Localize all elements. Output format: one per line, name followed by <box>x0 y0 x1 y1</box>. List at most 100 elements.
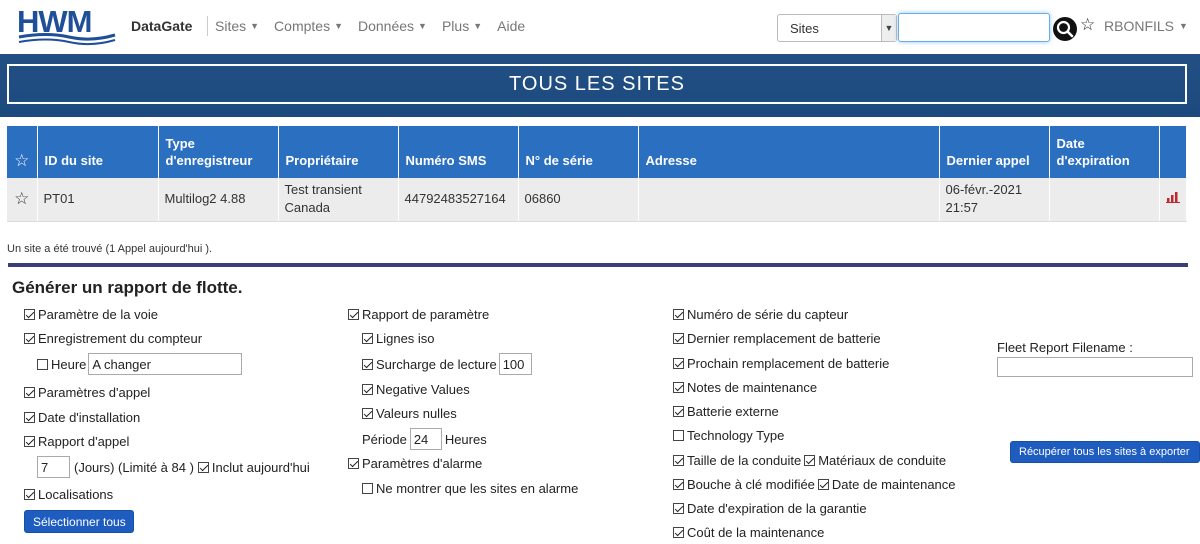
checkbox-bouche[interactable] <box>673 479 684 490</box>
main-menu: Sites ▼ Comptes ▼ Données ▼ Plus ▼ Aide <box>215 18 525 34</box>
label-cout: Coût de la maintenance <box>687 525 825 540</box>
filename-input[interactable] <box>997 357 1193 377</box>
checkbox-voie[interactable] <box>24 309 35 320</box>
search-input[interactable] <box>898 13 1050 42</box>
heure-input[interactable] <box>88 353 243 375</box>
option-rapport-appel[interactable]: Rapport d'appel <box>24 434 129 449</box>
label-lignes-iso: Lignes iso <box>376 331 435 346</box>
option-tech-type[interactable]: Technology Type <box>673 428 784 443</box>
option-rapport-param[interactable]: Rapport de paramètre <box>348 307 489 322</box>
cell-serial: 06860 <box>518 178 639 222</box>
user-menu[interactable]: RBONFILS ▼ <box>1104 18 1188 34</box>
favorites-star-icon[interactable]: ☆ <box>1080 15 1095 35</box>
menu-comptes[interactable]: Comptes ▼ <box>274 18 343 34</box>
header-expiry[interactable]: Date d'expiration <box>1049 126 1160 178</box>
label-materiaux: Matériaux de conduite <box>818 453 947 468</box>
option-params-alarme[interactable]: Paramètres d'alarme <box>348 456 482 471</box>
jours-input[interactable] <box>37 456 70 478</box>
option-heure[interactable]: Heure <box>37 353 243 375</box>
option-prochain-rempl[interactable]: Prochain remplacement de batterie <box>673 356 889 371</box>
checkbox-only-alarm[interactable] <box>362 483 373 494</box>
option-surcharge[interactable]: Surcharge de lecture <box>362 353 532 375</box>
search-button[interactable] <box>1053 17 1077 41</box>
select-all-button[interactable]: Sélectionner tous <box>24 510 134 533</box>
option-localisations[interactable]: Localisations <box>24 487 113 502</box>
label-garantie: Date d'expiration de la garantie <box>687 501 867 516</box>
checkbox-heure[interactable] <box>37 358 48 370</box>
option-dernier-rempl[interactable]: Dernier remplacement de batterie <box>673 331 881 346</box>
checkbox-negative[interactable] <box>362 384 373 395</box>
checkbox-params-appel[interactable] <box>24 387 35 398</box>
option-taille[interactable]: Taille de la conduite Matériaux de condui… <box>673 453 946 468</box>
checkbox-tech-type[interactable] <box>673 430 684 441</box>
checkbox-garantie[interactable] <box>673 503 684 514</box>
option-voie[interactable]: Paramètre de la voie <box>24 307 158 322</box>
export-all-sites-button[interactable]: Récupérer tous les sites à exporter <box>1010 441 1200 463</box>
checkbox-surcharge[interactable] <box>362 358 373 370</box>
chevron-down-icon[interactable]: ▼ <box>881 15 896 41</box>
checkbox-rapport-appel[interactable] <box>24 436 35 447</box>
checkbox-rapport-param[interactable] <box>348 309 359 320</box>
header-star-icon[interactable]: ☆ <box>7 126 38 178</box>
caret-down-icon: ▼ <box>473 21 483 31</box>
menu-plus[interactable]: Plus ▼ <box>442 18 482 34</box>
option-notes[interactable]: Notes de maintenance <box>673 380 817 395</box>
header-site-id[interactable]: ID du site <box>37 126 159 178</box>
bar-chart-icon[interactable] <box>1165 191 1180 204</box>
option-batterie-ext[interactable]: Batterie externe <box>673 404 779 419</box>
header-serial[interactable]: N° de série <box>518 126 639 178</box>
cell-site-id[interactable]: PT01 <box>37 178 159 222</box>
option-params-appel[interactable]: Paramètres d'appel <box>24 385 150 400</box>
hwm-logo[interactable]: HWM <box>17 6 117 46</box>
header-address[interactable]: Adresse <box>638 126 940 178</box>
brand-name[interactable]: DataGate <box>131 18 192 34</box>
header-last-call[interactable]: Dernier appel <box>939 126 1050 178</box>
periode-input[interactable] <box>409 428 442 450</box>
header-sms[interactable]: Numéro SMS <box>398 126 519 178</box>
menu-aide[interactable]: Aide <box>497 18 525 34</box>
page-title: TOUS LES SITES <box>7 64 1187 104</box>
option-num-serie[interactable]: Numéro de série du capteur <box>673 307 848 322</box>
checkbox-enregistrement[interactable] <box>24 333 35 344</box>
label-voie: Paramètre de la voie <box>38 307 158 322</box>
checkbox-dernier-rempl[interactable] <box>673 333 684 344</box>
checkbox-date-maint[interactable] <box>817 479 829 490</box>
checkbox-inclut[interactable] <box>197 461 209 473</box>
option-lignes-iso[interactable]: Lignes iso <box>362 331 435 346</box>
option-nulles[interactable]: Valeurs nulles <box>362 406 457 421</box>
checkbox-notes[interactable] <box>673 382 684 393</box>
menu-donnees[interactable]: Données ▼ <box>358 18 427 34</box>
menu-comptes-label: Comptes <box>274 18 331 34</box>
option-bouche[interactable]: Bouche à clé modifiée Date de maintenance <box>673 477 956 492</box>
row-star-icon[interactable]: ☆ <box>7 178 38 222</box>
checkbox-params-alarme[interactable] <box>348 458 359 469</box>
header-logger-type[interactable]: Type d'enregistreur <box>158 126 279 178</box>
checkbox-num-serie[interactable] <box>673 309 684 320</box>
checkbox-nulles[interactable] <box>362 408 373 419</box>
option-cout[interactable]: Coût de la maintenance <box>673 525 824 540</box>
option-only-alarm[interactable]: Ne montrer que les sites en alarme <box>362 481 578 496</box>
search-icon <box>1056 20 1074 38</box>
checkbox-batterie-ext[interactable] <box>673 406 684 417</box>
option-garantie[interactable]: Date d'expiration de la garantie <box>673 501 867 516</box>
surcharge-input[interactable] <box>498 353 532 375</box>
checkbox-prochain-rempl[interactable] <box>673 358 684 369</box>
checkbox-lignes-iso[interactable] <box>362 333 373 344</box>
checkbox-taille[interactable] <box>673 455 684 466</box>
option-date-install[interactable]: Date d'installation <box>24 410 140 425</box>
checkbox-materiaux[interactable] <box>804 455 816 466</box>
option-negative[interactable]: Negative Values <box>362 382 470 397</box>
header-owner[interactable]: Propriétaire <box>278 126 399 178</box>
search-scope-select[interactable]: Sites ▼ <box>777 14 897 42</box>
checkbox-date-install[interactable] <box>24 412 35 423</box>
checkbox-cout[interactable] <box>673 527 684 538</box>
table-row[interactable]: ☆ PT01 Multilog2 4.88 Test transient Can… <box>7 178 1187 222</box>
option-enregistrement[interactable]: Enregistrement du compteur <box>24 331 202 346</box>
menu-plus-label: Plus <box>441 18 470 34</box>
checkbox-localisations[interactable] <box>24 489 35 500</box>
label-params-alarme: Paramètres d'alarme <box>362 456 483 471</box>
caret-down-icon: ▼ <box>1179 21 1188 31</box>
search-scope-value: Sites <box>790 21 819 36</box>
label-periode: Période <box>362 431 407 447</box>
menu-sites[interactable]: Sites ▼ <box>215 18 259 34</box>
